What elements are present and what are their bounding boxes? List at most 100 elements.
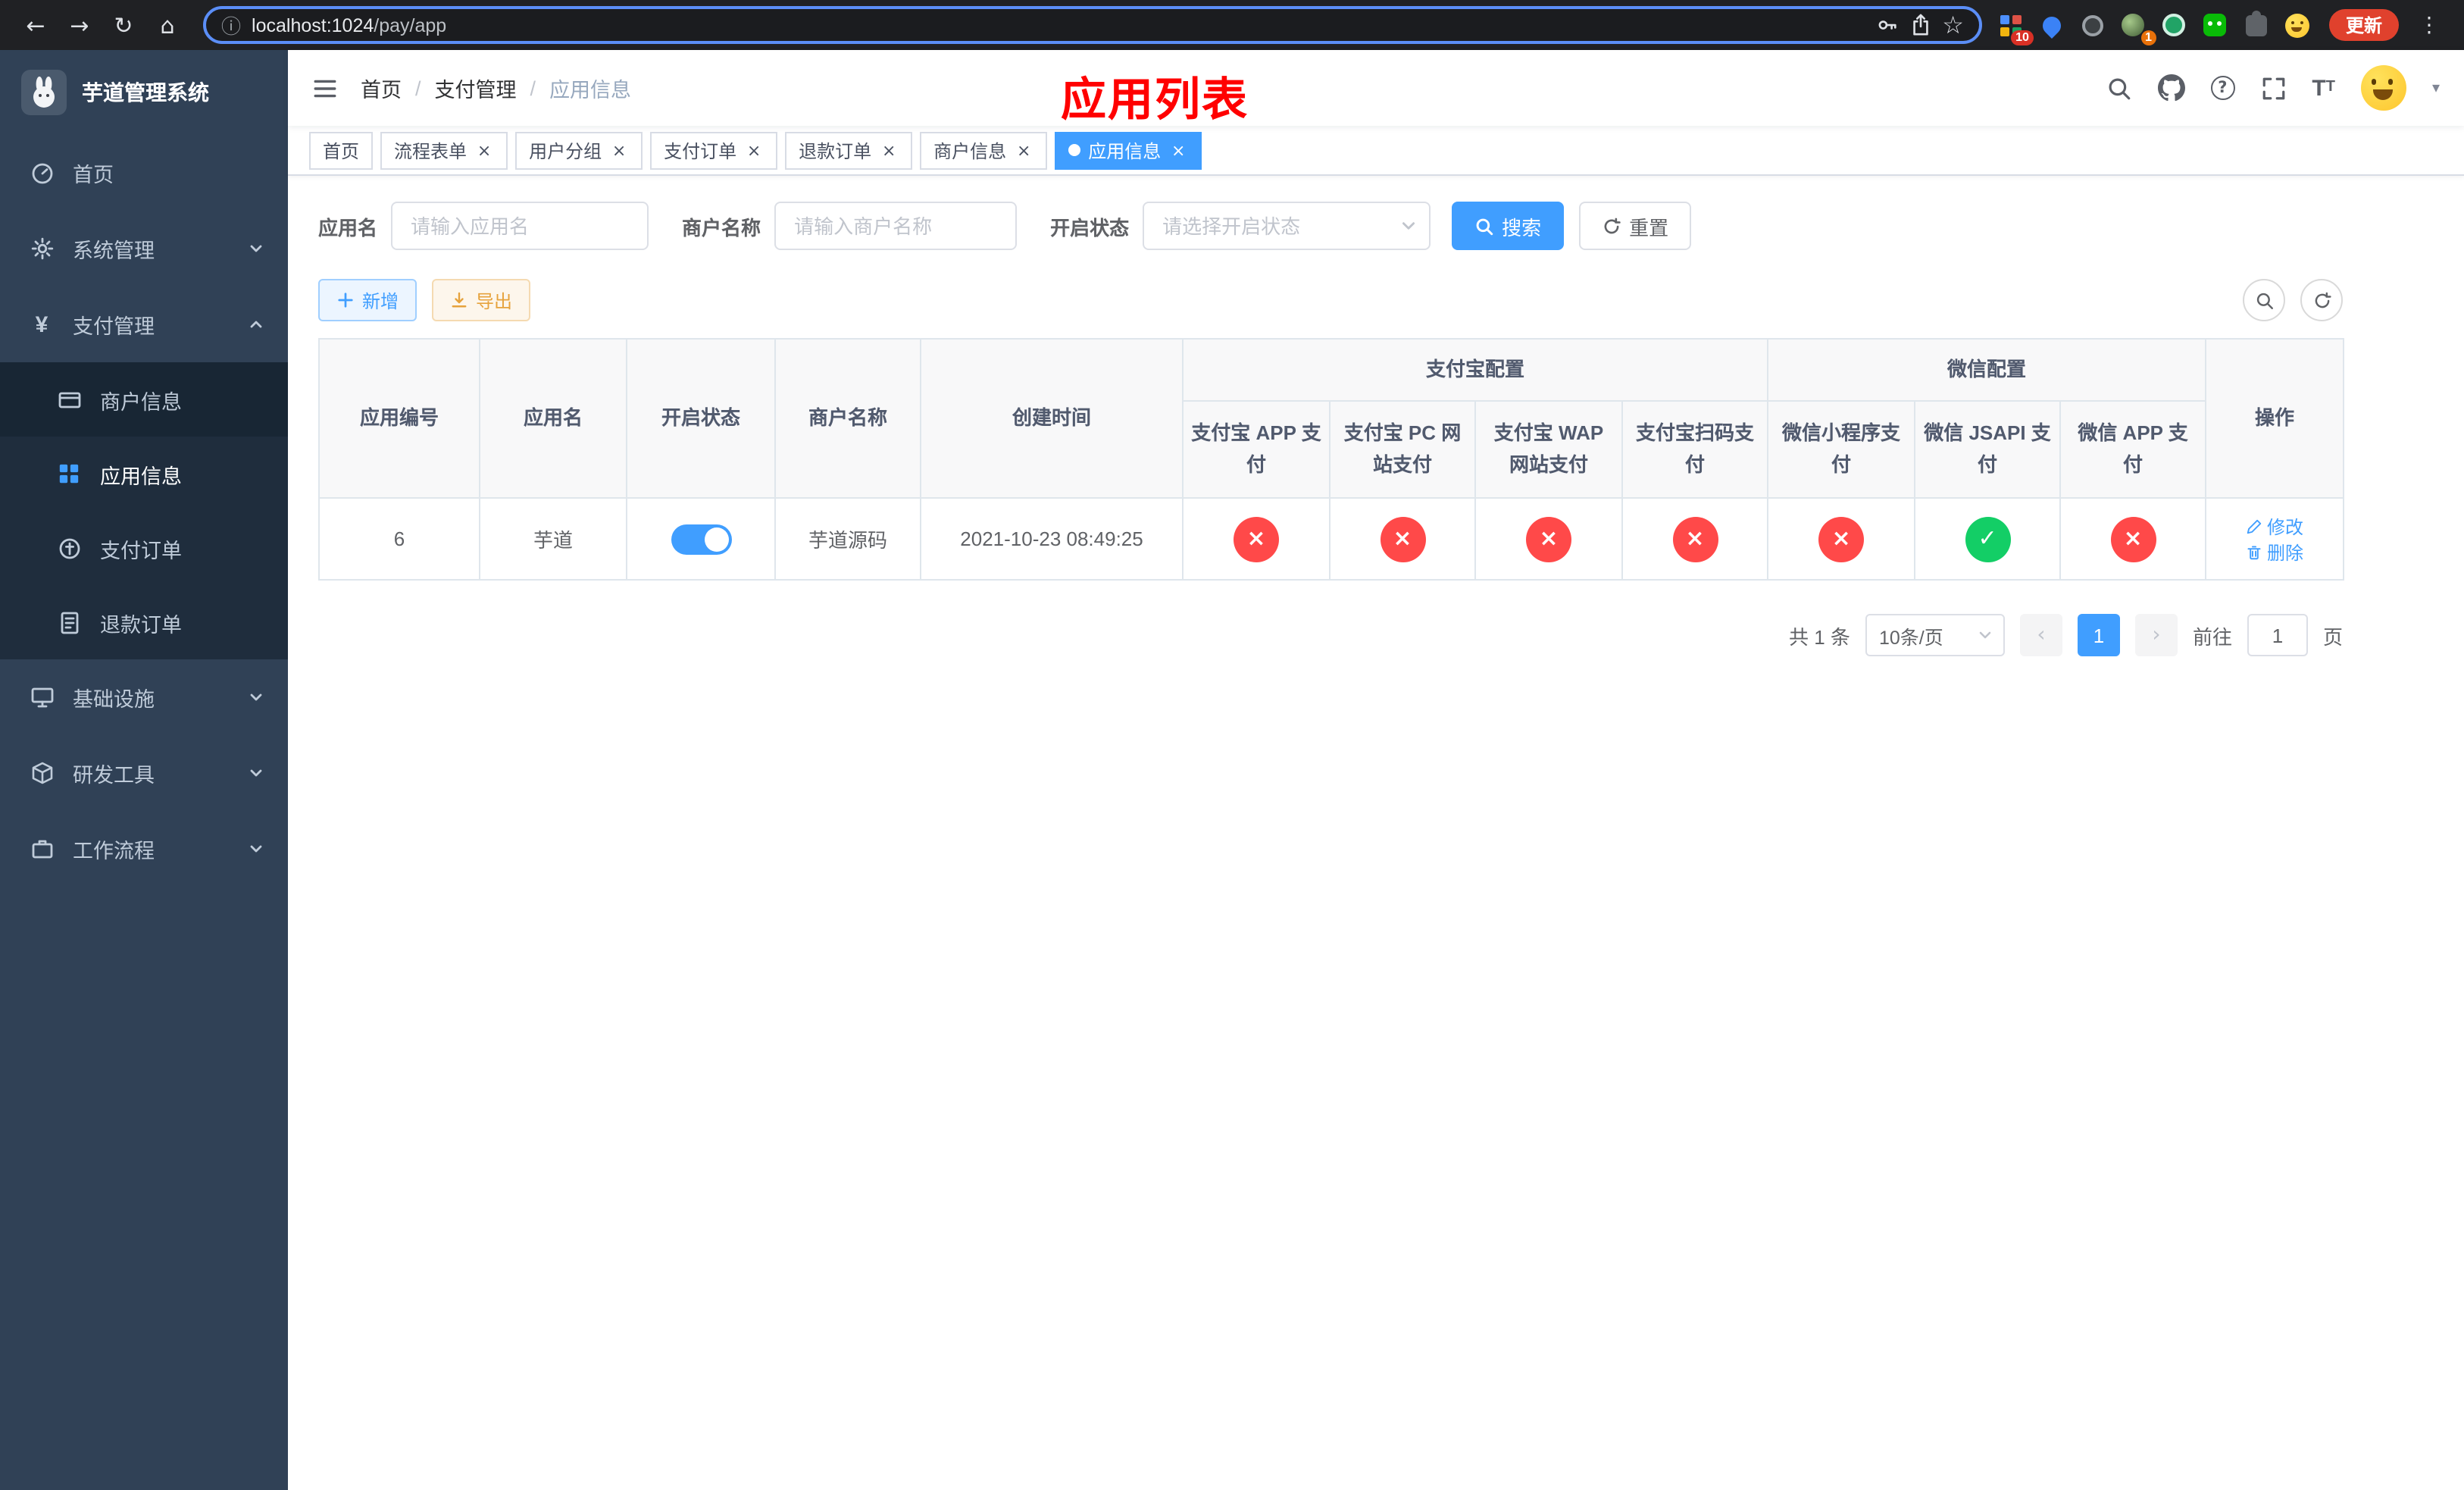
browser-menu-icon[interactable]: ⋮ <box>2412 13 2446 37</box>
status-select[interactable] <box>1143 202 1431 250</box>
tab-process-form[interactable]: 流程表单 × <box>380 131 508 169</box>
alipay-qr-disabled-icon: × <box>1672 516 1718 562</box>
col-header-wechat-app: 微信 APP 支付 <box>2059 400 2207 499</box>
share-icon[interactable] <box>1909 14 1931 36</box>
close-icon[interactable]: × <box>879 140 899 160</box>
breadcrumb-home[interactable]: 首页 <box>361 73 402 103</box>
page-size-select[interactable]: 10条/页 <box>1865 614 2005 656</box>
sidebar-item-label: 退款订单 <box>100 613 182 636</box>
prev-page-button[interactable]: ‹ <box>2019 614 2062 656</box>
status-toggle[interactable] <box>671 524 731 554</box>
main-area: 首页 / 支付管理 / 应用信息 ? T T ▾ 首页 流程表单 × 用户分组 … <box>288 50 2464 1490</box>
hamburger-icon[interactable] <box>312 75 338 101</box>
breadcrumb-separator: / <box>415 77 421 99</box>
toggle-search-button[interactable] <box>2243 279 2285 321</box>
next-page-button[interactable]: › <box>2134 614 2178 656</box>
dashboard-icon <box>29 160 55 186</box>
tab-merchant-info[interactable]: 商户信息 × <box>920 131 1048 169</box>
sidebar-item-refund-orders[interactable]: 退款订单 <box>0 585 288 659</box>
chevron-up-icon <box>249 317 264 332</box>
password-key-icon[interactable] <box>1875 14 1898 36</box>
github-icon[interactable] <box>2157 74 2185 102</box>
merchant-name-input[interactable] <box>774 202 1018 250</box>
edit-link[interactable]: 修改 <box>2246 513 2303 539</box>
export-button[interactable]: 导出 <box>432 279 531 321</box>
font-size-icon[interactable]: TT <box>2312 77 2335 99</box>
url-text[interactable]: localhost:1024/pay/app <box>252 14 1865 36</box>
monitor-icon <box>29 684 55 710</box>
reset-button[interactable]: 重置 <box>1579 202 1692 250</box>
pagination: 共 1 条 10条/页 ‹ 1 › 前往 页 <box>318 614 2343 656</box>
active-dot-icon <box>1068 144 1081 156</box>
bookmark-star-icon[interactable]: ☆ <box>1942 11 1964 39</box>
home-icon[interactable]: ⌂ <box>147 5 188 45</box>
col-header-wechat-lite: 微信小程序支付 <box>1767 400 1916 499</box>
cell-name: 芋道 <box>479 497 627 581</box>
page-annotation: 应用列表 <box>1061 76 1249 126</box>
close-icon[interactable]: × <box>1168 140 1188 160</box>
close-icon[interactable]: × <box>1014 140 1033 160</box>
back-icon[interactable]: ← <box>15 5 56 45</box>
sidebar-item-merchant-info[interactable]: 商户信息 <box>0 362 288 437</box>
tab-app-info[interactable]: 应用信息 × <box>1055 131 1202 169</box>
avatar-caret-icon[interactable]: ▾ <box>2432 80 2440 96</box>
tags-view-bar: 首页 流程表单 × 用户分组 × 支付订单 × 退款订单 × 商户信息 × 应用信息 × <box>288 126 2464 176</box>
extension-grid-icon[interactable]: 10 <box>1997 11 2034 45</box>
tab-payment-orders[interactable]: 支付订单 × <box>650 131 778 169</box>
app-logo[interactable]: 芋道管理系统 <box>0 50 288 135</box>
sidebar-item-workflow[interactable]: 工作流程 <box>0 811 288 887</box>
group-header-alipay: 支付宝配置 <box>1181 338 1769 402</box>
sidebar-item-home[interactable]: 首页 <box>0 135 288 211</box>
tab-user-group[interactable]: 用户分组 × <box>515 131 643 169</box>
chrome-update-button[interactable]: 更新 <box>2328 9 2399 41</box>
sidebar-item-payment-orders[interactable]: 支付订单 <box>0 511 288 585</box>
extension-face-icon[interactable] <box>2284 11 2311 39</box>
sidebar-item-dev-tools[interactable]: 研发工具 <box>0 735 288 811</box>
user-avatar[interactable] <box>2360 65 2406 111</box>
app-name-input[interactable] <box>391 202 649 250</box>
goto-page-input[interactable] <box>2247 614 2308 656</box>
extension-dark-icon[interactable] <box>2079 11 2106 39</box>
extension-green-icon[interactable] <box>2161 11 2188 39</box>
app-title: 芋道管理系统 <box>82 80 209 105</box>
forward-icon[interactable]: → <box>59 5 100 45</box>
sidebar-item-payment[interactable]: ¥ 支付管理 <box>0 286 288 362</box>
refresh-button[interactable] <box>2300 279 2343 321</box>
help-icon[interactable]: ? <box>2210 76 2235 100</box>
extension-chat-icon[interactable] <box>2202 11 2229 39</box>
extension-puzzle-icon[interactable] <box>2243 10 2270 39</box>
col-header-actions: 操作 <box>2205 338 2345 499</box>
add-button[interactable]: 新增 <box>318 279 417 321</box>
reload-icon[interactable]: ↻ <box>103 5 144 45</box>
delete-link[interactable]: 删除 <box>2246 539 2303 565</box>
close-icon[interactable]: × <box>744 140 764 160</box>
extension-drop-icon[interactable] <box>2038 11 2065 39</box>
sidebar-item-infrastructure[interactable]: 基础设施 <box>0 659 288 735</box>
gear-icon <box>29 236 55 261</box>
address-bar[interactable]: ⓘ localhost:1024/pay/app ☆ <box>203 6 1982 44</box>
cell-id: 6 <box>318 497 480 581</box>
extension-avatar-icon[interactable]: 1 <box>2120 11 2156 45</box>
sidebar-item-label: 商户信息 <box>100 390 182 413</box>
alipay-pc-disabled-icon: × <box>1380 516 1425 562</box>
breadcrumb-separator: / <box>530 77 536 99</box>
search-icon[interactable] <box>2106 75 2131 101</box>
fullscreen-icon[interactable] <box>2260 75 2286 101</box>
col-header-id: 应用编号 <box>318 338 480 499</box>
order-circle-icon <box>56 535 82 561</box>
status-select-input[interactable] <box>1143 202 1431 250</box>
chevron-down-icon <box>249 841 264 856</box>
breadcrumb-payment[interactable]: 支付管理 <box>435 73 517 103</box>
close-icon[interactable]: × <box>609 140 629 160</box>
sidebar: 芋道管理系统 首页 系统管理 ¥ 支付管理 商户信息 应用信息 支付订单 退款订… <box>0 50 288 1490</box>
tab-home[interactable]: 首页 <box>309 131 374 169</box>
search-button[interactable]: 搜索 <box>1452 202 1565 250</box>
close-icon[interactable]: × <box>474 140 494 160</box>
sidebar-item-app-info[interactable]: 应用信息 <box>0 437 288 511</box>
credit-card-icon <box>56 387 82 412</box>
site-info-icon[interactable]: ⓘ <box>221 11 241 39</box>
yen-icon: ¥ <box>35 311 48 337</box>
current-page-button[interactable]: 1 <box>2077 614 2120 656</box>
tab-refund-orders[interactable]: 退款订单 × <box>785 131 913 169</box>
sidebar-item-system[interactable]: 系统管理 <box>0 211 288 286</box>
